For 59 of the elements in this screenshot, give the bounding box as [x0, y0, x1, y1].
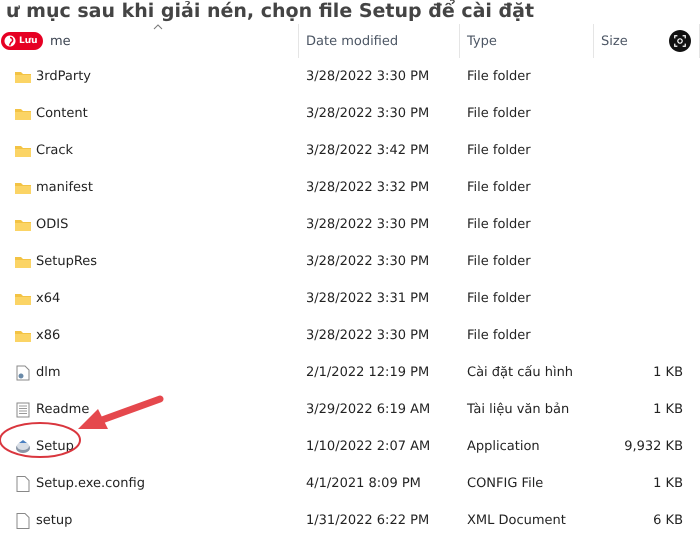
column-header[interactable]: Type — [467, 34, 497, 48]
type-cell-text: Tài liệu văn bản — [466, 402, 570, 417]
size-cell: 1 KB — [653, 402, 683, 417]
pin-icon — [4, 35, 16, 47]
column-header[interactable]: Size — [601, 34, 628, 48]
type-cell-text: Cài đặt cấu hình — [466, 365, 574, 380]
size-cell: 9,932 KB — [624, 439, 683, 454]
file-icon — [14, 512, 32, 528]
caption-heading: ư mục sau khi giải nén, chọn file Setup để cài đặt — [5, 0, 536, 24]
type-cell-text: CONFIG File — [466, 476, 544, 491]
column-header[interactable]: Date modified — [306, 34, 398, 48]
file-name[interactable]: x64 — [36, 291, 60, 306]
type-cell-text: File folder — [466, 69, 532, 84]
size-cell: 1 KB — [653, 365, 683, 380]
settings-file-icon — [14, 364, 32, 380]
date-cell-text: 4/1/2021 8:09 PM — [305, 476, 422, 491]
file-name[interactable]: Crack — [36, 143, 74, 158]
date-cell-text: 3/28/2022 3:32 PM — [305, 180, 430, 195]
type-cell-text: File folder — [466, 106, 532, 121]
type-cell-text: File folder — [466, 291, 532, 306]
type-cell-text: Application — [466, 439, 541, 454]
installer-icon — [14, 438, 32, 454]
file-name[interactable]: Readme — [36, 402, 90, 417]
date-cell-text: 3/28/2022 3:31 PM — [305, 291, 430, 306]
file-name[interactable]: setup — [36, 513, 72, 528]
file-name[interactable]: ODIS — [36, 217, 68, 232]
file-name[interactable]: Setup — [36, 439, 74, 454]
file-name[interactable]: x86 — [36, 328, 60, 343]
text-document-icon — [14, 402, 32, 418]
type-cell-text: File folder — [466, 143, 532, 158]
sort-caret-icon — [153, 24, 163, 30]
file-name[interactable]: SetupRes — [36, 254, 98, 269]
type-cell-text: File folder — [466, 328, 532, 343]
type-cell-text: File folder — [466, 217, 532, 232]
lens-icon — [673, 34, 687, 48]
file-name[interactable]: manifest — [36, 180, 93, 195]
file-name[interactable]: dlm — [36, 365, 61, 380]
column-header[interactable]: me — [50, 34, 71, 48]
type-cell-text: XML Document — [466, 513, 567, 528]
date-cell-text: 3/29/2022 6:19 AM — [305, 402, 432, 417]
size-cell: 1 KB — [653, 476, 683, 491]
save-button[interactable]: Lưu — [1, 32, 43, 50]
date-cell-text: 3/28/2022 3:42 PM — [305, 143, 430, 158]
date-cell-text: 1/10/2022 2:07 AM — [305, 439, 432, 454]
file-icon — [14, 476, 32, 492]
file-name[interactable]: Setup.exe.config — [36, 476, 145, 491]
type-cell-text: File folder — [466, 254, 532, 269]
date-cell-text: 3/28/2022 3:30 PM — [305, 254, 430, 269]
type-cell-text: File folder — [466, 180, 532, 195]
date-cell-text: 3/28/2022 3:30 PM — [305, 69, 430, 84]
visual-search-button[interactable] — [669, 30, 691, 52]
date-cell-text: 2/1/2022 12:19 PM — [305, 365, 430, 380]
file-name[interactable]: 3rdParty — [36, 69, 91, 84]
file-name[interactable]: Content — [36, 106, 88, 121]
size-cell: 6 KB — [653, 513, 683, 528]
date-cell-text: 3/28/2022 3:30 PM — [305, 106, 430, 121]
date-cell-text: 3/28/2022 3:30 PM — [305, 328, 430, 343]
date-cell-text: 3/28/2022 3:30 PM — [305, 217, 430, 232]
date-cell-text: 1/31/2022 6:22 PM — [305, 513, 430, 528]
